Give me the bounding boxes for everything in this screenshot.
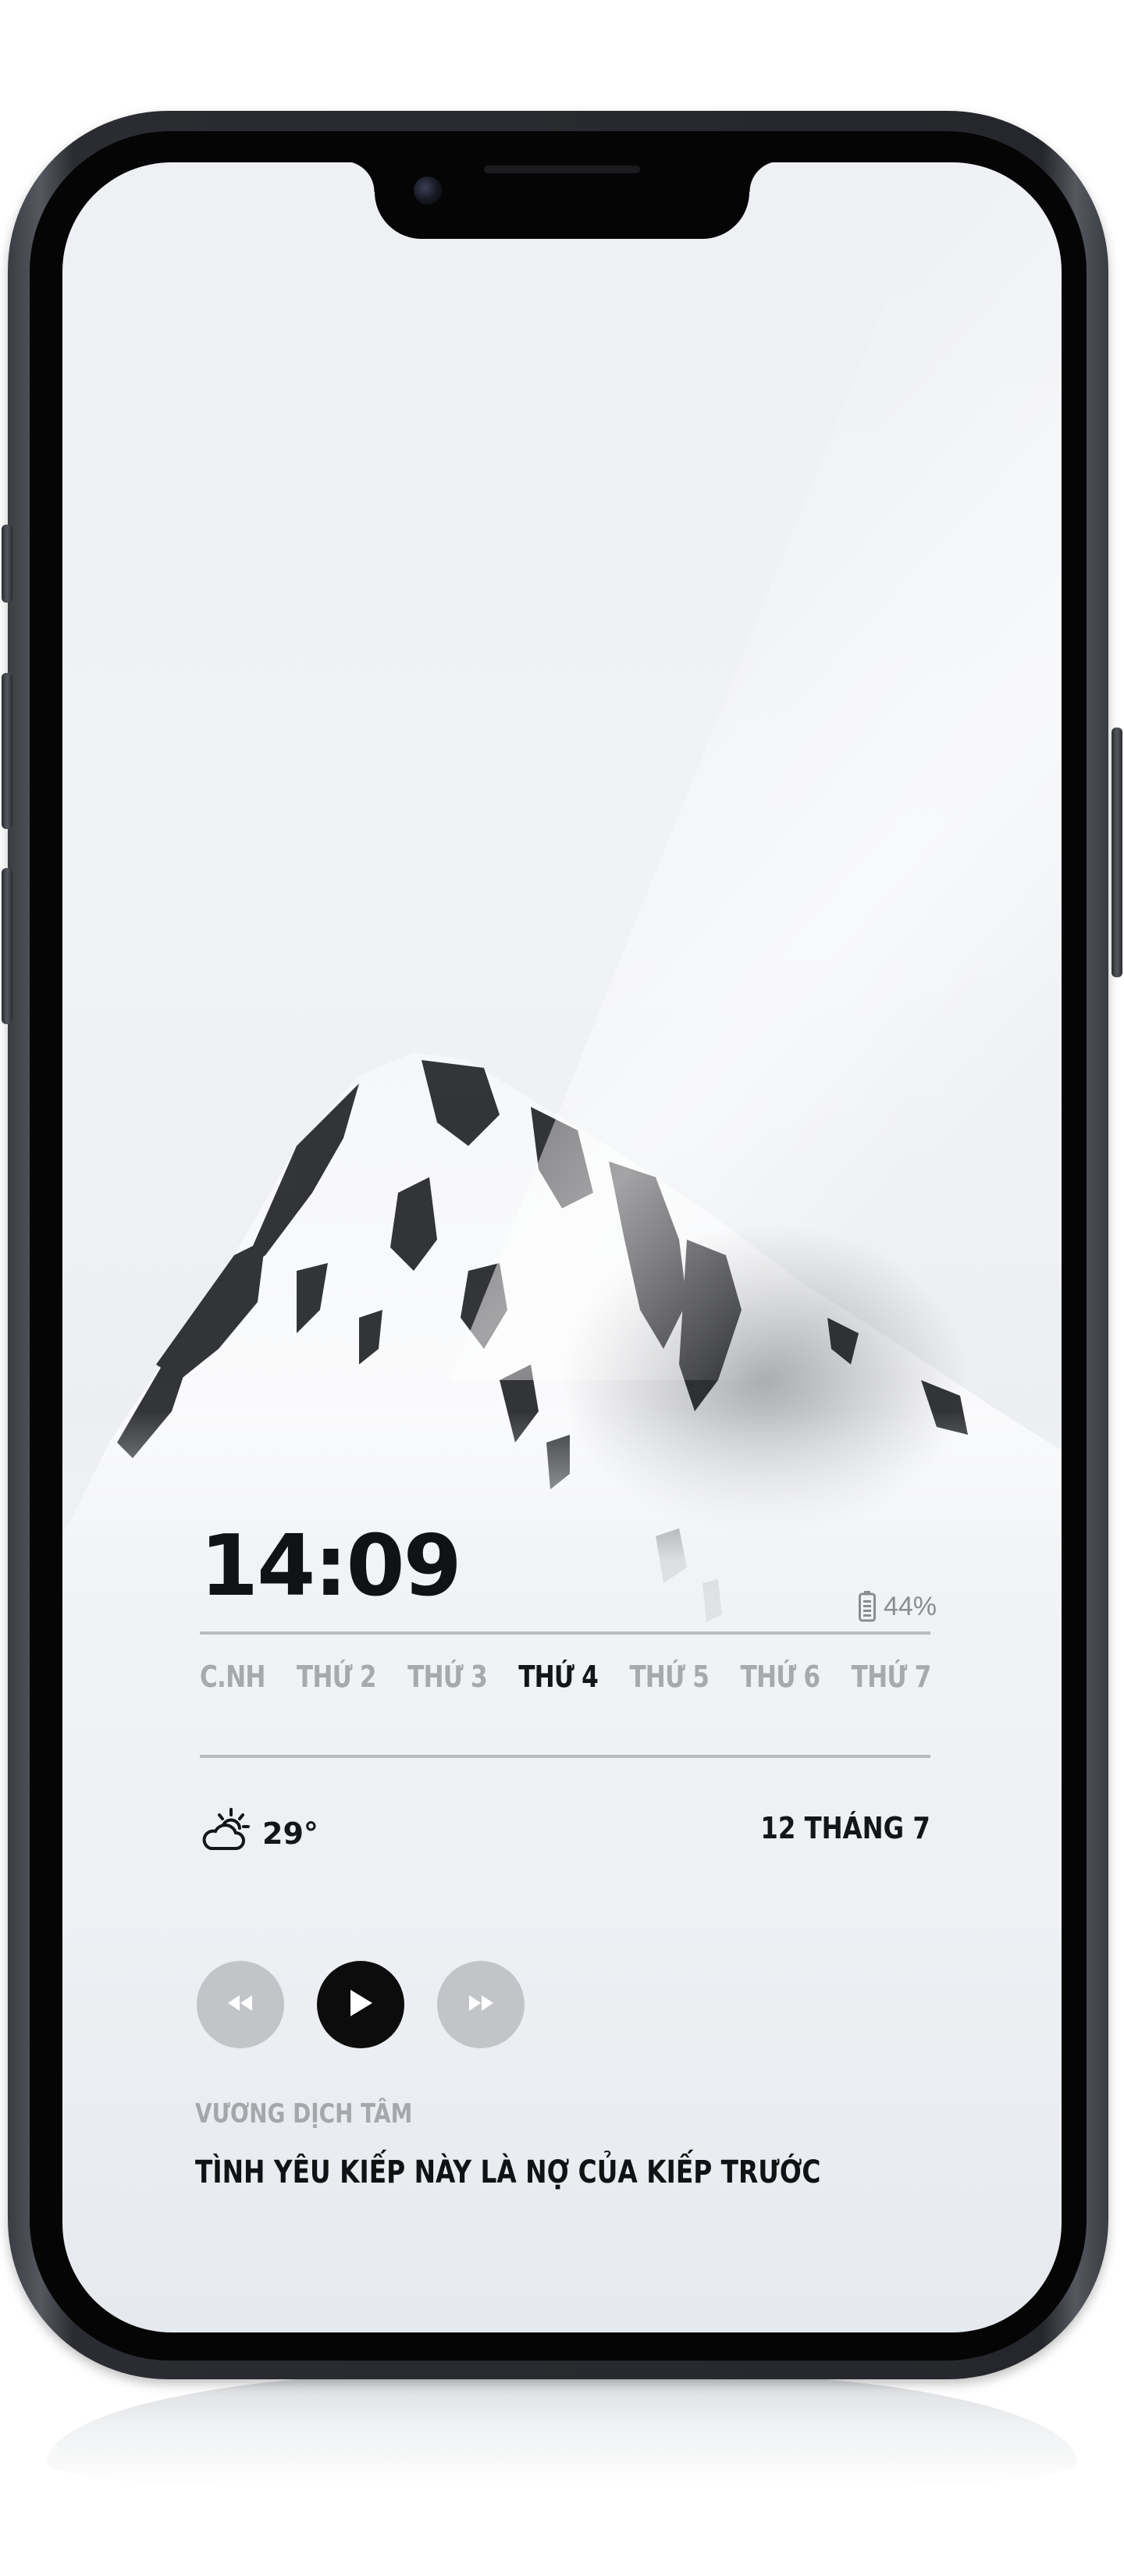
partly-cloudy-icon	[200, 1808, 251, 1859]
weekday-thu-6: THỨ 6	[740, 1660, 821, 1694]
power-button	[1112, 728, 1122, 977]
battery-indicator: 44%	[858, 1591, 937, 1622]
weekday-strip: C.NH THỨ 2 THỨ 3 THỨ 4 THỨ 5 THỨ 6 THỨ 7	[200, 1660, 932, 1694]
weekday-thu-5: THỨ 5	[629, 1660, 710, 1694]
weekday-thu-3: THỨ 3	[407, 1660, 488, 1694]
weekday-thu-7: THỨ 7	[851, 1660, 932, 1694]
battery-percent: 44%	[883, 1591, 937, 1621]
weekday-cn: C.NH	[200, 1660, 265, 1694]
rewind-button[interactable]	[197, 1961, 284, 2048]
clock-time: 14:09	[200, 1517, 462, 1615]
lock-screen: 14:09 44% C.NH THỨ 2 THỨ 3 THỨ 4 THỨ 5 T…	[62, 162, 1062, 2332]
fast-forward-icon	[465, 1994, 496, 2016]
date-label: 12 THÁNG 7	[760, 1811, 930, 1845]
weekday-thu-4: THỨ 4	[518, 1660, 599, 1694]
notch	[343, 162, 781, 239]
silent-switch	[2, 525, 12, 603]
song-title: TÌNH YÊU KIẾP NÀY LÀ NỢ CỦA KIẾP TRƯỚC	[195, 2154, 821, 2190]
rewind-icon	[225, 1994, 256, 2016]
fast-forward-button[interactable]	[437, 1961, 525, 2048]
volume-down-button	[2, 868, 12, 1024]
weekday-thu-2: THỨ 2	[296, 1660, 377, 1694]
volume-up-button	[2, 673, 12, 829]
battery-icon	[858, 1591, 876, 1622]
temperature: 29°	[262, 1816, 318, 1851]
play-icon	[347, 1988, 374, 2022]
top-divider	[200, 1631, 930, 1635]
mountain-wallpaper	[62, 1052, 1062, 1841]
bottom-divider	[200, 1755, 930, 1758]
earpiece-speaker	[484, 165, 640, 173]
phone-reflection	[47, 2373, 1077, 2490]
play-button[interactable]	[317, 1961, 404, 2048]
song-artist: VƯƠNG DỊCH TÂM	[195, 2098, 413, 2129]
weather-widget: 29°	[200, 1808, 318, 1859]
front-camera	[414, 176, 442, 205]
